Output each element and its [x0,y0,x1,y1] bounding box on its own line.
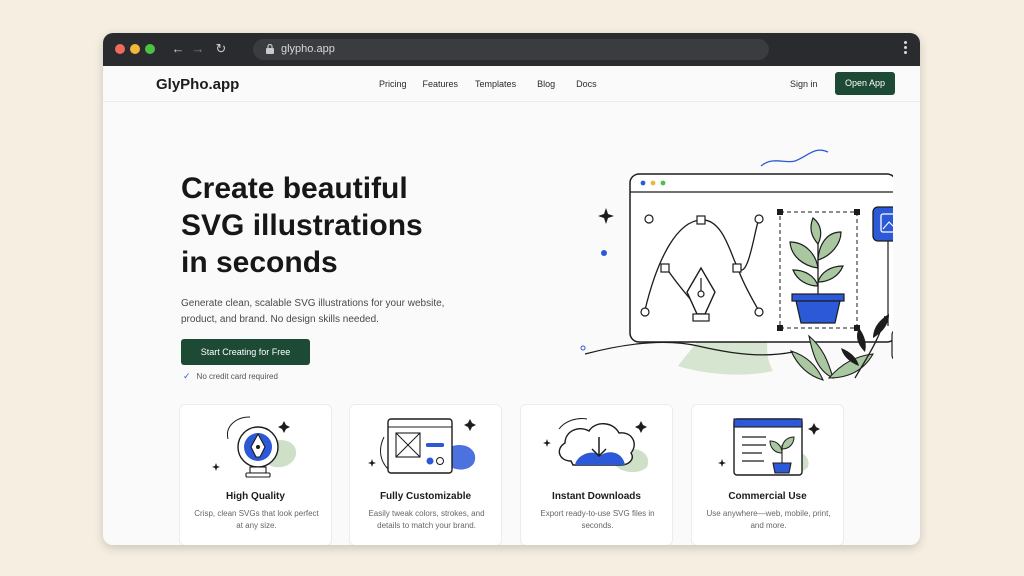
document-plant-icon [718,418,820,476]
top-navigation: GlyPho.app Pricing Features Templates Bl… [103,66,920,102]
feature-card-downloads: Instant Downloads Export ready-to-use SV… [520,404,673,545]
feature-description: Crisp, clean SVGs that look perfect at a… [194,509,319,530]
feature-card-commercial: Commercial Use Use anywhere—web, mobile,… [691,404,844,545]
no-credit-card-note: ✓ No credit card required [183,371,278,382]
editor-window [629,173,893,343]
landing-page: GlyPho.app Pricing Features Templates Bl… [103,66,920,545]
close-window-button[interactable] [115,44,125,54]
sign-in-link[interactable]: Sign in [790,79,818,89]
lock-icon [266,43,274,54]
feature-title: Commercial Use [728,491,807,502]
browser-window: ← → ↻ glypho.app GlyPho.app Pricing Feat… [103,33,920,545]
decorative-squiggle [760,149,829,167]
hero-title-line: in seconds [181,246,338,279]
reload-icon[interactable]: ↻ [212,40,230,58]
feature-card-customizable: Fully Customizable Easily tweak colors, … [349,404,502,545]
address-bar-url: glypho.app [281,43,335,55]
hero-title: Create beautiful SVG illustrations in se… [181,170,481,281]
start-creating-button[interactable]: Start Creating for Free [181,339,310,365]
no-credit-card-text: No credit card required [196,372,278,381]
maximize-window-button[interactable] [145,44,155,54]
feature-title: High Quality [226,491,285,502]
nav-link-features[interactable]: Features [423,79,459,89]
browser-menu-icon[interactable] [904,41,908,57]
feature-title: Instant Downloads [552,491,641,502]
sparkle-icon [598,208,614,224]
hero-title-line: Create beautiful [181,172,408,205]
hero-illustration [580,149,893,381]
nav-link-docs[interactable]: Docs [576,79,597,89]
feature-description: Easily tweak colors, strokes, and detail… [368,509,485,530]
back-arrow-icon[interactable]: ← [169,40,187,58]
address-bar[interactable]: glypho.app [253,39,769,60]
nav-links: Pricing Features Templates Blog Docs [379,79,597,89]
hero-title-line: SVG illustrations [181,209,423,242]
forward-arrow-icon[interactable]: → [189,40,207,58]
decorative-dot [601,250,607,256]
browser-toolbar: ← → ↻ glypho.app [103,33,920,66]
image-tile-icon [872,206,893,242]
pen-nib-icon [212,416,297,478]
cloud-download-icon [543,418,649,473]
hero-subtitle: Generate clean, scalable SVG illustratio… [181,298,445,325]
feature-card-high-quality: High Quality Crisp, clean SVGs that look… [179,404,332,545]
open-app-button[interactable]: Open App [835,72,895,95]
minimize-window-button[interactable] [130,44,140,54]
editor-window-icon [368,418,476,474]
checkmark-icon: ✓ [183,371,191,381]
site-logo[interactable]: GlyPho.app [156,76,239,93]
feature-description: Export ready-to-use SVG files in seconds… [540,509,655,530]
feature-description: Use anywhere—web, mobile, print, and mor… [706,509,831,530]
nav-link-templates[interactable]: Templates [475,79,516,89]
nav-link-pricing[interactable]: Pricing [379,79,407,89]
sparkle-tile-icon [891,330,893,360]
nav-link-blog[interactable]: Blog [537,79,555,89]
feature-title: Fully Customizable [379,491,472,502]
